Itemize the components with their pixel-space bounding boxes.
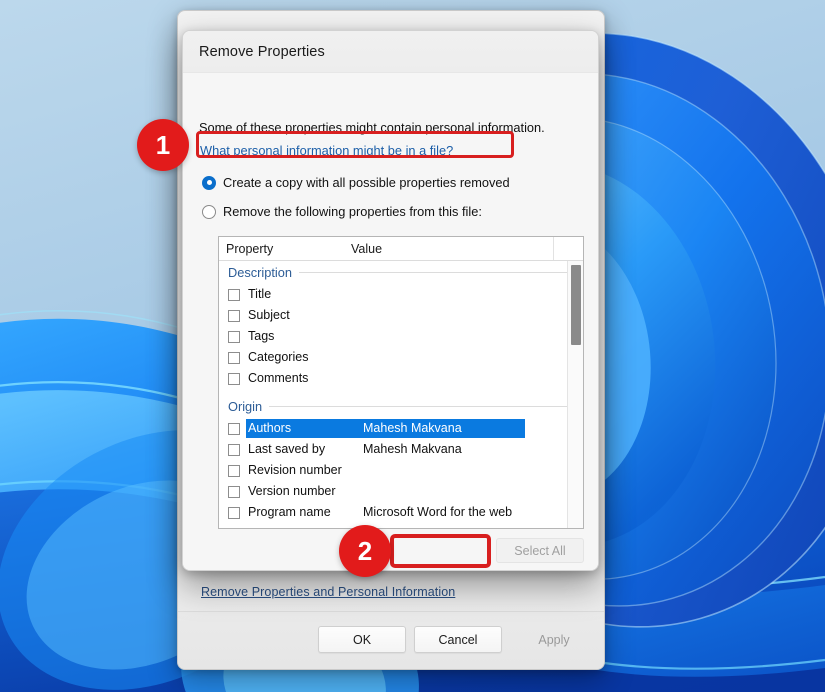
what-personal-information-link[interactable]: What personal information might be in a … <box>200 143 453 158</box>
group-divider <box>299 272 571 273</box>
property-name: Version number <box>248 484 336 498</box>
step-badge-1: 1 <box>137 119 189 171</box>
remove-properties-and-personal-information-link[interactable]: Remove Properties and Personal Informati… <box>201 585 455 599</box>
scrollbar-thumb[interactable] <box>571 265 581 345</box>
property-value <box>360 336 369 338</box>
remove-properties-dialog: Remove Properties Some of these properti… <box>182 30 599 571</box>
table-row[interactable]: Program name Microsoft Word for the web <box>219 502 583 523</box>
property-value <box>360 470 369 472</box>
group-header-description: Description <box>219 261 583 284</box>
properties-ok-button[interactable]: OK <box>318 626 406 653</box>
table-row-partial[interactable] <box>219 523 583 528</box>
dialog-title: Remove Properties <box>199 43 325 60</box>
checkbox-icon[interactable] <box>228 288 240 301</box>
property-name: Program name <box>248 505 331 519</box>
column-header-property[interactable]: Property <box>219 242 347 256</box>
property-name: Comments <box>248 371 309 385</box>
table-row[interactable]: Comments <box>219 368 583 389</box>
table-row[interactable]: Categories <box>219 347 583 368</box>
checkbox-icon[interactable] <box>228 422 240 435</box>
radio-create-copy-label: Create a copy with all possible properti… <box>223 175 510 190</box>
table-row[interactable]: Tags <box>219 326 583 347</box>
dialog-titlebar: Remove Properties <box>183 31 598 73</box>
radio-button-unselected-icon <box>202 204 216 219</box>
property-name: Revision number <box>248 463 342 477</box>
desktop: Remove Properties and Personal Informati… <box>0 0 825 692</box>
properties-apply-button[interactable]: Apply <box>510 626 598 653</box>
table-row[interactable]: Title <box>219 284 583 305</box>
property-name: Authors <box>246 419 360 438</box>
property-value <box>360 491 369 493</box>
table-row[interactable]: Authors Mahesh Makvana <box>219 418 583 439</box>
table-row[interactable]: Revision number <box>219 460 583 481</box>
property-value <box>360 378 369 380</box>
property-name: Subject <box>248 308 290 322</box>
column-header-value[interactable]: Value <box>347 242 553 256</box>
checkbox-icon[interactable] <box>228 372 240 385</box>
table-row[interactable]: Version number <box>219 481 583 502</box>
group-divider <box>269 406 571 407</box>
radio-create-copy[interactable]: Create a copy with all possible properti… <box>202 175 510 190</box>
dialog-info-text: Some of these properties might contain p… <box>199 120 545 135</box>
property-name: Title <box>248 287 272 301</box>
radio-remove-following-properties[interactable]: Remove the following properties from thi… <box>202 204 482 219</box>
step-badge-2: 2 <box>339 525 391 577</box>
checkbox-icon[interactable] <box>228 527 240 528</box>
group-label-origin: Origin <box>228 399 263 414</box>
column-header-spacer <box>553 237 583 260</box>
property-value: Mahesh Makvana <box>363 442 462 456</box>
checkbox-icon[interactable] <box>228 485 240 498</box>
radio-remove-following-label: Remove the following properties from thi… <box>223 204 482 219</box>
file-properties-footer: OK Cancel Apply <box>178 611 604 669</box>
dialog-ok-button[interactable]: OK <box>396 570 484 571</box>
property-value <box>360 357 369 359</box>
checkbox-icon[interactable] <box>228 351 240 364</box>
property-value: Mahesh Makvana <box>360 419 525 438</box>
property-name: Last saved by <box>248 442 326 456</box>
properties-list[interactable]: Property Value Description Title Subject… <box>218 236 584 529</box>
table-row[interactable]: Subject <box>219 305 583 326</box>
checkbox-icon[interactable] <box>228 506 240 519</box>
property-value <box>360 294 369 296</box>
dialog-cancel-button[interactable]: Cancel <box>495 570 583 571</box>
properties-cancel-button[interactable]: Cancel <box>414 626 502 653</box>
properties-list-header: Property Value <box>219 237 583 261</box>
select-all-button[interactable]: Select All <box>496 538 584 563</box>
checkbox-icon[interactable] <box>228 309 240 322</box>
dialog-body: Some of these properties might contain p… <box>183 73 598 570</box>
checkbox-icon[interactable] <box>228 464 240 477</box>
radio-button-selected-icon <box>202 175 216 190</box>
table-row[interactable]: Last saved by Mahesh Makvana <box>219 439 583 460</box>
checkbox-icon[interactable] <box>228 330 240 343</box>
group-header-origin: Origin <box>219 395 583 418</box>
property-name: Tags <box>248 329 275 343</box>
property-value <box>360 315 369 317</box>
property-name: Categories <box>248 350 309 364</box>
properties-list-scrollbar[interactable] <box>567 261 583 528</box>
property-value: Microsoft Word for the web <box>363 505 513 519</box>
properties-list-scroll-area: Description Title Subject Tags Categorie… <box>219 261 583 528</box>
checkbox-icon[interactable] <box>228 443 240 456</box>
group-label-description: Description <box>228 265 293 280</box>
